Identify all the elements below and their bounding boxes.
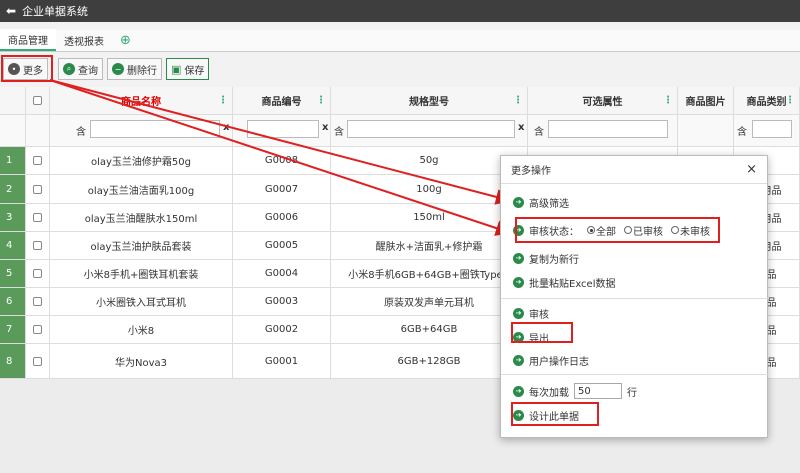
filter-input-spec[interactable]: [347, 120, 515, 138]
filter-clear-icon[interactable]: x: [322, 122, 328, 133]
dialog-title: 更多操作: [511, 166, 551, 177]
more-actions-dialog: 更多操作 × ➔ 高级筛选 ➔ 审核状态： 全部 已审核 未审核 ➔ 复制为新行…: [500, 155, 769, 438]
cell-name: 小米8: [50, 316, 233, 343]
row-checkbox[interactable]: [26, 344, 50, 378]
row-number: 5: [0, 260, 26, 287]
cell-code: G0008: [233, 147, 331, 174]
arrow-right-icon: ➔: [513, 196, 524, 208]
cell-name: 小米圈铁入耳式耳机: [50, 288, 233, 315]
cell-code: G0007: [233, 175, 331, 203]
cell-name: 小米8手机+圈铁耳机套装: [50, 260, 233, 287]
filter-contains-label: 含: [76, 127, 86, 138]
query-button[interactable]: ⌕ 查询: [58, 58, 103, 80]
arrow-right-icon: ➔: [513, 354, 524, 366]
arrow-right-icon: ➔: [513, 307, 524, 319]
save-button[interactable]: ▣ 保存: [166, 58, 210, 80]
cell-name: olay玉兰油洁面乳100g: [50, 175, 233, 203]
row-checkbox[interactable]: [26, 147, 50, 174]
cell-name: olay玉兰油护肤品套装: [50, 232, 233, 259]
cell-spec: 50g: [331, 147, 528, 174]
row-number: 4: [0, 232, 26, 259]
cell-name: 华为Nova3: [50, 344, 233, 378]
col-header-attr[interactable]: 可选属性 ⋮: [528, 87, 678, 114]
title-bar: ⬅ 企业单据系统: [0, 0, 800, 22]
tab-bar: 商品管理 透视报表 ⊕: [0, 29, 800, 52]
copy-new-row-item[interactable]: ➔ 复制为新行: [513, 251, 579, 266]
query-label: 查询: [78, 65, 98, 77]
row-checkbox[interactable]: [26, 260, 50, 287]
row-number: 2: [0, 175, 26, 203]
grid-header-row: 商品名称 ⋮ 商品编号 ⋮ 规格型号 ⋮ 可选属性 ⋮ 商品图片 商品类别 ⋮: [0, 87, 800, 115]
save-icon: ▣: [171, 62, 182, 76]
arrow-right-icon: ➔: [513, 385, 524, 397]
filter-input-code[interactable]: [247, 120, 319, 138]
cell-code: G0003: [233, 288, 331, 315]
app-title: 企业单据系统: [22, 5, 89, 18]
filter-input-attr[interactable]: [548, 120, 668, 138]
col-header-spec[interactable]: 规格型号 ⋮: [331, 87, 528, 114]
batch-paste-item[interactable]: ➔ 批量粘贴Excel数据: [513, 275, 616, 290]
filter-clear-icon[interactable]: x: [518, 122, 524, 133]
cell-spec: 6GB+128GB: [331, 344, 528, 378]
load-per-page-row: ➔ 每次加载 50 行: [513, 383, 637, 399]
row-number: 7: [0, 316, 26, 343]
arrow-left-icon[interactable]: ⬅: [6, 4, 16, 18]
filter-input-category[interactable]: [752, 120, 792, 138]
row-checkbox[interactable]: [26, 204, 50, 231]
cell-name: olay玉兰油修护霜50g: [50, 147, 233, 174]
highlight-design-form: [511, 402, 599, 426]
grid-filter-row: 含 x x 含 x 含 含: [0, 115, 800, 147]
dialog-header: 更多操作 ×: [501, 156, 767, 184]
row-number-header: [0, 87, 26, 114]
filter-input-name[interactable]: [90, 120, 220, 138]
cell-spec: 原装双发声单元耳机: [331, 288, 528, 315]
col-header-image[interactable]: 商品图片: [678, 87, 734, 114]
delete-row-button[interactable]: − 删除行: [107, 58, 162, 80]
cell-code: G0004: [233, 260, 331, 287]
delete-row-label: 删除行: [127, 65, 157, 77]
cell-code: G0001: [233, 344, 331, 378]
cell-spec: 150ml: [331, 204, 528, 231]
audit-item[interactable]: ➔ 审核: [513, 306, 549, 321]
row-number: 8: [0, 344, 26, 378]
cell-spec: 小米8手机6GB+64GB+圈铁TypeC: [331, 260, 528, 287]
col-header-code[interactable]: 商品编号 ⋮: [233, 87, 331, 114]
user-log-item[interactable]: ➔ 用户操作日志: [513, 353, 589, 368]
row-number: 3: [0, 204, 26, 231]
advanced-filter-item[interactable]: ➔ 高级筛选: [513, 195, 569, 210]
tab-product-management[interactable]: 商品管理: [0, 29, 56, 51]
row-checkbox[interactable]: [26, 232, 50, 259]
cell-code: G0005: [233, 232, 331, 259]
highlight-audit-status: [515, 217, 720, 243]
cell-spec: 100g: [331, 175, 528, 203]
filter-clear-icon[interactable]: x: [223, 122, 229, 133]
select-all-checkbox[interactable]: [26, 87, 50, 114]
col-header-name[interactable]: 商品名称 ⋮: [50, 87, 233, 114]
cell-code: G0006: [233, 204, 331, 231]
col-header-category[interactable]: 商品类别 ⋮: [734, 87, 800, 114]
search-icon: ⌕: [63, 63, 75, 75]
save-label: 保存: [184, 65, 205, 77]
minus-icon: −: [112, 63, 124, 75]
cell-code: G0002: [233, 316, 331, 343]
toolbar: • 更多 ⌕ 查询 − 删除行 ▣ 保存: [0, 56, 800, 82]
row-number: 6: [0, 288, 26, 315]
arrow-right-icon: ➔: [513, 252, 524, 264]
highlight-export: [511, 322, 573, 343]
load-count-input[interactable]: 50: [574, 383, 622, 399]
row-checkbox[interactable]: [26, 288, 50, 315]
highlight-more-button: [1, 55, 53, 82]
advanced-filter-label: 高级筛选: [529, 198, 569, 210]
cell-name: olay玉兰油醒肤水150ml: [50, 204, 233, 231]
cell-spec: 醒肤水+洁面乳+修护霜: [331, 232, 528, 259]
tab-pivot-report[interactable]: 透视报表: [56, 29, 112, 51]
arrow-right-icon: ➔: [513, 276, 524, 288]
close-icon[interactable]: ×: [746, 162, 757, 177]
row-checkbox[interactable]: [26, 316, 50, 343]
pivot-grid-icon[interactable]: ⊕: [112, 29, 139, 51]
cell-spec: 6GB+64GB: [331, 316, 528, 343]
row-number: 1: [0, 147, 26, 174]
row-checkbox[interactable]: [26, 175, 50, 203]
